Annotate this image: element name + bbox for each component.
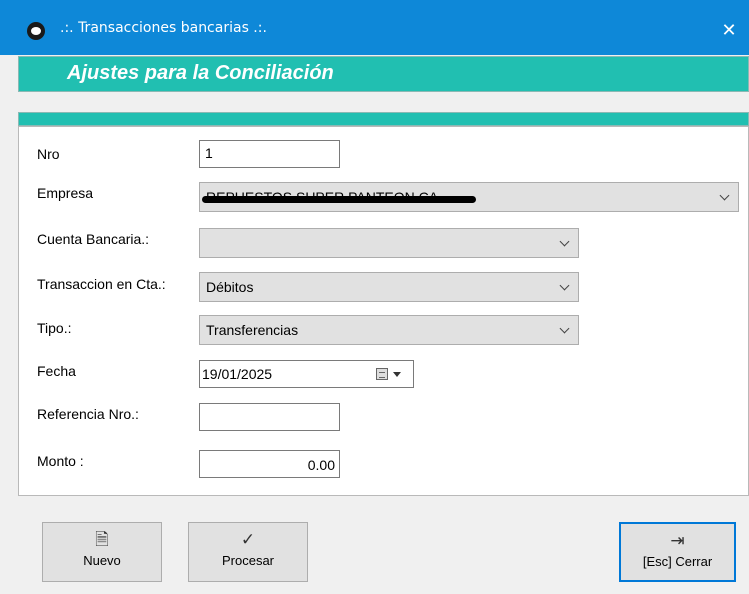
window-title: .:. Transacciones bancarias .:. (60, 20, 267, 36)
header-stripe (18, 112, 749, 126)
title-bar: .:. Transacciones bancarias .:. ✕ (0, 0, 749, 55)
transaccion-select[interactable]: Débitos (199, 272, 579, 302)
new-document-icon: 🗎 (95, 530, 109, 549)
calendar-icon[interactable] (376, 368, 388, 380)
cerrar-label: [Esc] Cerrar (642, 554, 713, 569)
tipo-label: Tipo.: (37, 320, 72, 336)
procesar-label: Procesar (221, 553, 275, 568)
referencia-input[interactable] (199, 403, 340, 431)
cerrar-button[interactable]: ⇥ [Esc] Cerrar (619, 522, 736, 582)
monto-label: Monto : (37, 453, 84, 469)
nro-label: Nro (37, 146, 60, 162)
nuevo-button[interactable]: 🗎 Nuevo (42, 522, 162, 582)
close-button[interactable]: ✕ (709, 10, 749, 50)
chevron-down-icon (559, 280, 570, 291)
cuenta-select[interactable] (199, 228, 579, 258)
nuevo-label: Nuevo (83, 553, 121, 568)
redaction-mark (202, 196, 476, 203)
transaccion-label: Transaccion en Cta.: (37, 276, 166, 292)
fecha-datepicker[interactable]: 19/01/2025 (199, 360, 414, 388)
monto-input[interactable]: 0.00 (199, 450, 340, 478)
header-banner: Ajustes para la Conciliación (18, 56, 749, 92)
chevron-down-icon (559, 323, 570, 334)
chevron-down-icon (719, 190, 730, 201)
referencia-label: Referencia Nro.: (37, 406, 139, 422)
tipo-select[interactable]: Transferencias (199, 315, 579, 345)
transacciones-window: .:. Transacciones bancarias .:. ✕ Ajuste… (0, 0, 749, 594)
page-title: Ajustes para la Conciliación (67, 62, 334, 84)
nro-input[interactable]: 1 (199, 140, 340, 168)
check-icon: ✓ (240, 530, 256, 549)
dropdown-arrow-icon[interactable] (393, 372, 401, 377)
procesar-button[interactable]: ✓ Procesar (188, 522, 308, 582)
empresa-label: Empresa (37, 185, 94, 201)
exit-door-icon: ⇥ (670, 531, 685, 550)
tipo-value: Transferencias (206, 322, 299, 338)
cuenta-label: Cuenta Bancaria.: (37, 231, 150, 247)
transaccion-value: Débitos (206, 279, 254, 295)
eye-icon (27, 22, 45, 40)
fecha-value: 19/01/2025 (202, 366, 273, 382)
fecha-label: Fecha (37, 363, 76, 379)
chevron-down-icon (559, 236, 570, 247)
